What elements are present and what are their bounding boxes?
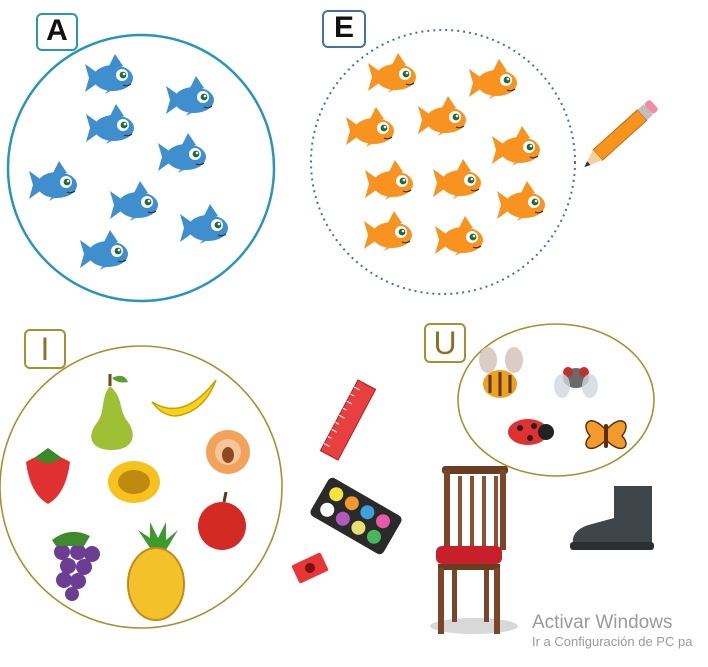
orange-fish-icon (491, 125, 541, 167)
group-e-circle (310, 29, 576, 295)
blue-fish-icon (179, 203, 229, 245)
apple-icon (198, 491, 246, 550)
boot-icon (570, 486, 654, 550)
blue-fish-icon (84, 53, 134, 95)
butterfly-icon (585, 420, 627, 450)
strawberry-icon (26, 448, 70, 504)
watercolor-palette-icon (310, 477, 402, 555)
banana-icon (151, 379, 217, 417)
orange-fish-icon (417, 95, 467, 137)
orange-fish-icon (363, 210, 413, 252)
orange-fish-icon (432, 158, 482, 200)
blue-fish-icon (165, 75, 215, 117)
group-a-circle (6, 33, 276, 303)
orange-fish-icon (367, 52, 417, 94)
ladybug-icon (508, 419, 554, 445)
passion-fruit-icon (108, 461, 160, 503)
group-i-fruits (26, 374, 250, 621)
group-u-insects (479, 347, 627, 450)
blue-fish-icon (109, 180, 159, 222)
watermark-subtitle: Ir a Configuración de PC pa (532, 634, 693, 649)
orange-fish-icon (434, 215, 484, 257)
sharpener-icon (291, 552, 329, 584)
orange-fish-icon (496, 180, 546, 222)
blue-fish-icon (79, 229, 129, 271)
grapes-icon (52, 531, 100, 601)
watermark-title: Activar Windows (532, 612, 673, 633)
group-u-circle (457, 323, 655, 477)
blue-fish-icon (157, 132, 207, 174)
blue-fish-icon (28, 160, 78, 202)
orange-fish-icon (345, 106, 395, 148)
chair-icon (430, 466, 518, 634)
blue-fish-icon (85, 103, 135, 145)
orange-fish-icon (364, 159, 414, 201)
orange-fish-icon (468, 58, 518, 100)
windows-activation-watermark: Activar Windows Ir a Configuración de PC… (532, 612, 692, 650)
pineapple-icon (127, 522, 185, 621)
pear-icon (91, 374, 133, 450)
pencil-icon (584, 100, 658, 168)
peach-icon (206, 430, 250, 474)
bee-icon (479, 347, 523, 398)
group-a-fish (28, 53, 229, 271)
ruler-icon (319, 379, 377, 461)
fly-icon (554, 367, 598, 398)
group-e-fish (345, 52, 546, 257)
